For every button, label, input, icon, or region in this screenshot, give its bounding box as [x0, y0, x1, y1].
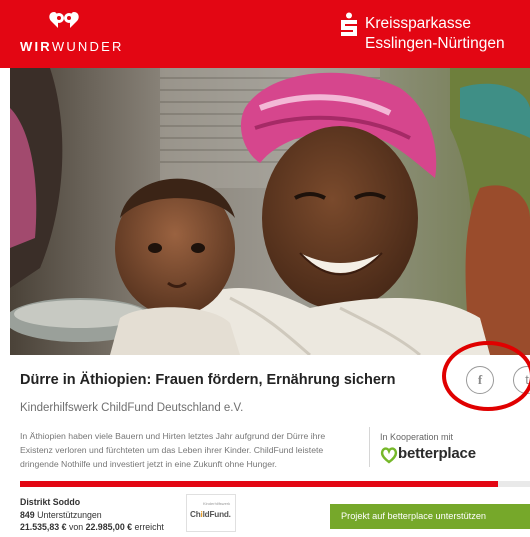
bank-name-line2: Esslingen-Nürtingen [365, 35, 505, 52]
childfund-name-a: Ch [190, 510, 201, 519]
district-name: Distrikt Soddo [20, 497, 81, 507]
project-description: In Äthiopien haben viele Bauern und Hirt… [20, 431, 326, 469]
amount-line: 21.535,83 € von 22.985,00 € erreicht [20, 521, 164, 534]
annotation-circle [442, 341, 530, 411]
site-header: WIRWUNDER Kreissparkasse Esslingen-Nürti… [0, 0, 530, 68]
brand-prefix: WIR [20, 39, 52, 54]
bank-name-line1: Kreissparkasse [365, 15, 471, 32]
wirwunder-logo[interactable]: WIRWUNDER [20, 10, 121, 60]
divider [369, 427, 370, 467]
bank-name: Kreissparkasse Esslingen-Nürtingen [365, 14, 505, 54]
support-project-button[interactable]: Projekt auf betterplace unterstützen [330, 504, 530, 529]
of-label: von [68, 522, 84, 532]
brand-suffix: WUNDER [51, 39, 124, 54]
supporters-label: Unterstützungen [37, 509, 102, 520]
sparkasse-s-icon [341, 12, 357, 36]
supporters-line: 849 Unterstützungen [20, 509, 164, 522]
betterplace-wordmark: betterplace [398, 445, 476, 462]
cooperation-label: In Kooperation mit [380, 432, 454, 442]
supporters-count: 849 [20, 509, 35, 520]
raised-amount: 21.535,83 € [20, 522, 67, 532]
reached-label: erreicht [134, 522, 164, 532]
goal-amount: 22.985,00 € [85, 522, 133, 532]
childfund-wordmark: ChildFund. [190, 510, 231, 519]
funding-progress-bar [20, 481, 530, 487]
funding-stats: Distrikt Soddo 849 Unterstützungen 21.53… [20, 496, 164, 534]
betterplace-heart-icon [380, 447, 398, 464]
wirwunder-wordmark: WIRWUNDER [20, 39, 124, 54]
childfund-name-b: ldFund. [202, 510, 231, 519]
project-photo [10, 68, 530, 355]
childfund-logo: Kinderhilfswerk ChildFund. [186, 494, 236, 532]
sparkasse-logo[interactable]: Kreissparkasse Esslingen-Nürtingen [339, 8, 524, 60]
organization-name[interactable]: Kinderhilfswerk ChildFund Deutschland e.… [20, 402, 243, 414]
childfund-tagline: Kinderhilfswerk [203, 501, 231, 506]
project-title: Dürre in Äthiopien: Frauen fördern, Ernä… [20, 372, 396, 388]
funding-progress-fill [20, 481, 498, 487]
wirwunder-heart-icon [49, 12, 79, 28]
